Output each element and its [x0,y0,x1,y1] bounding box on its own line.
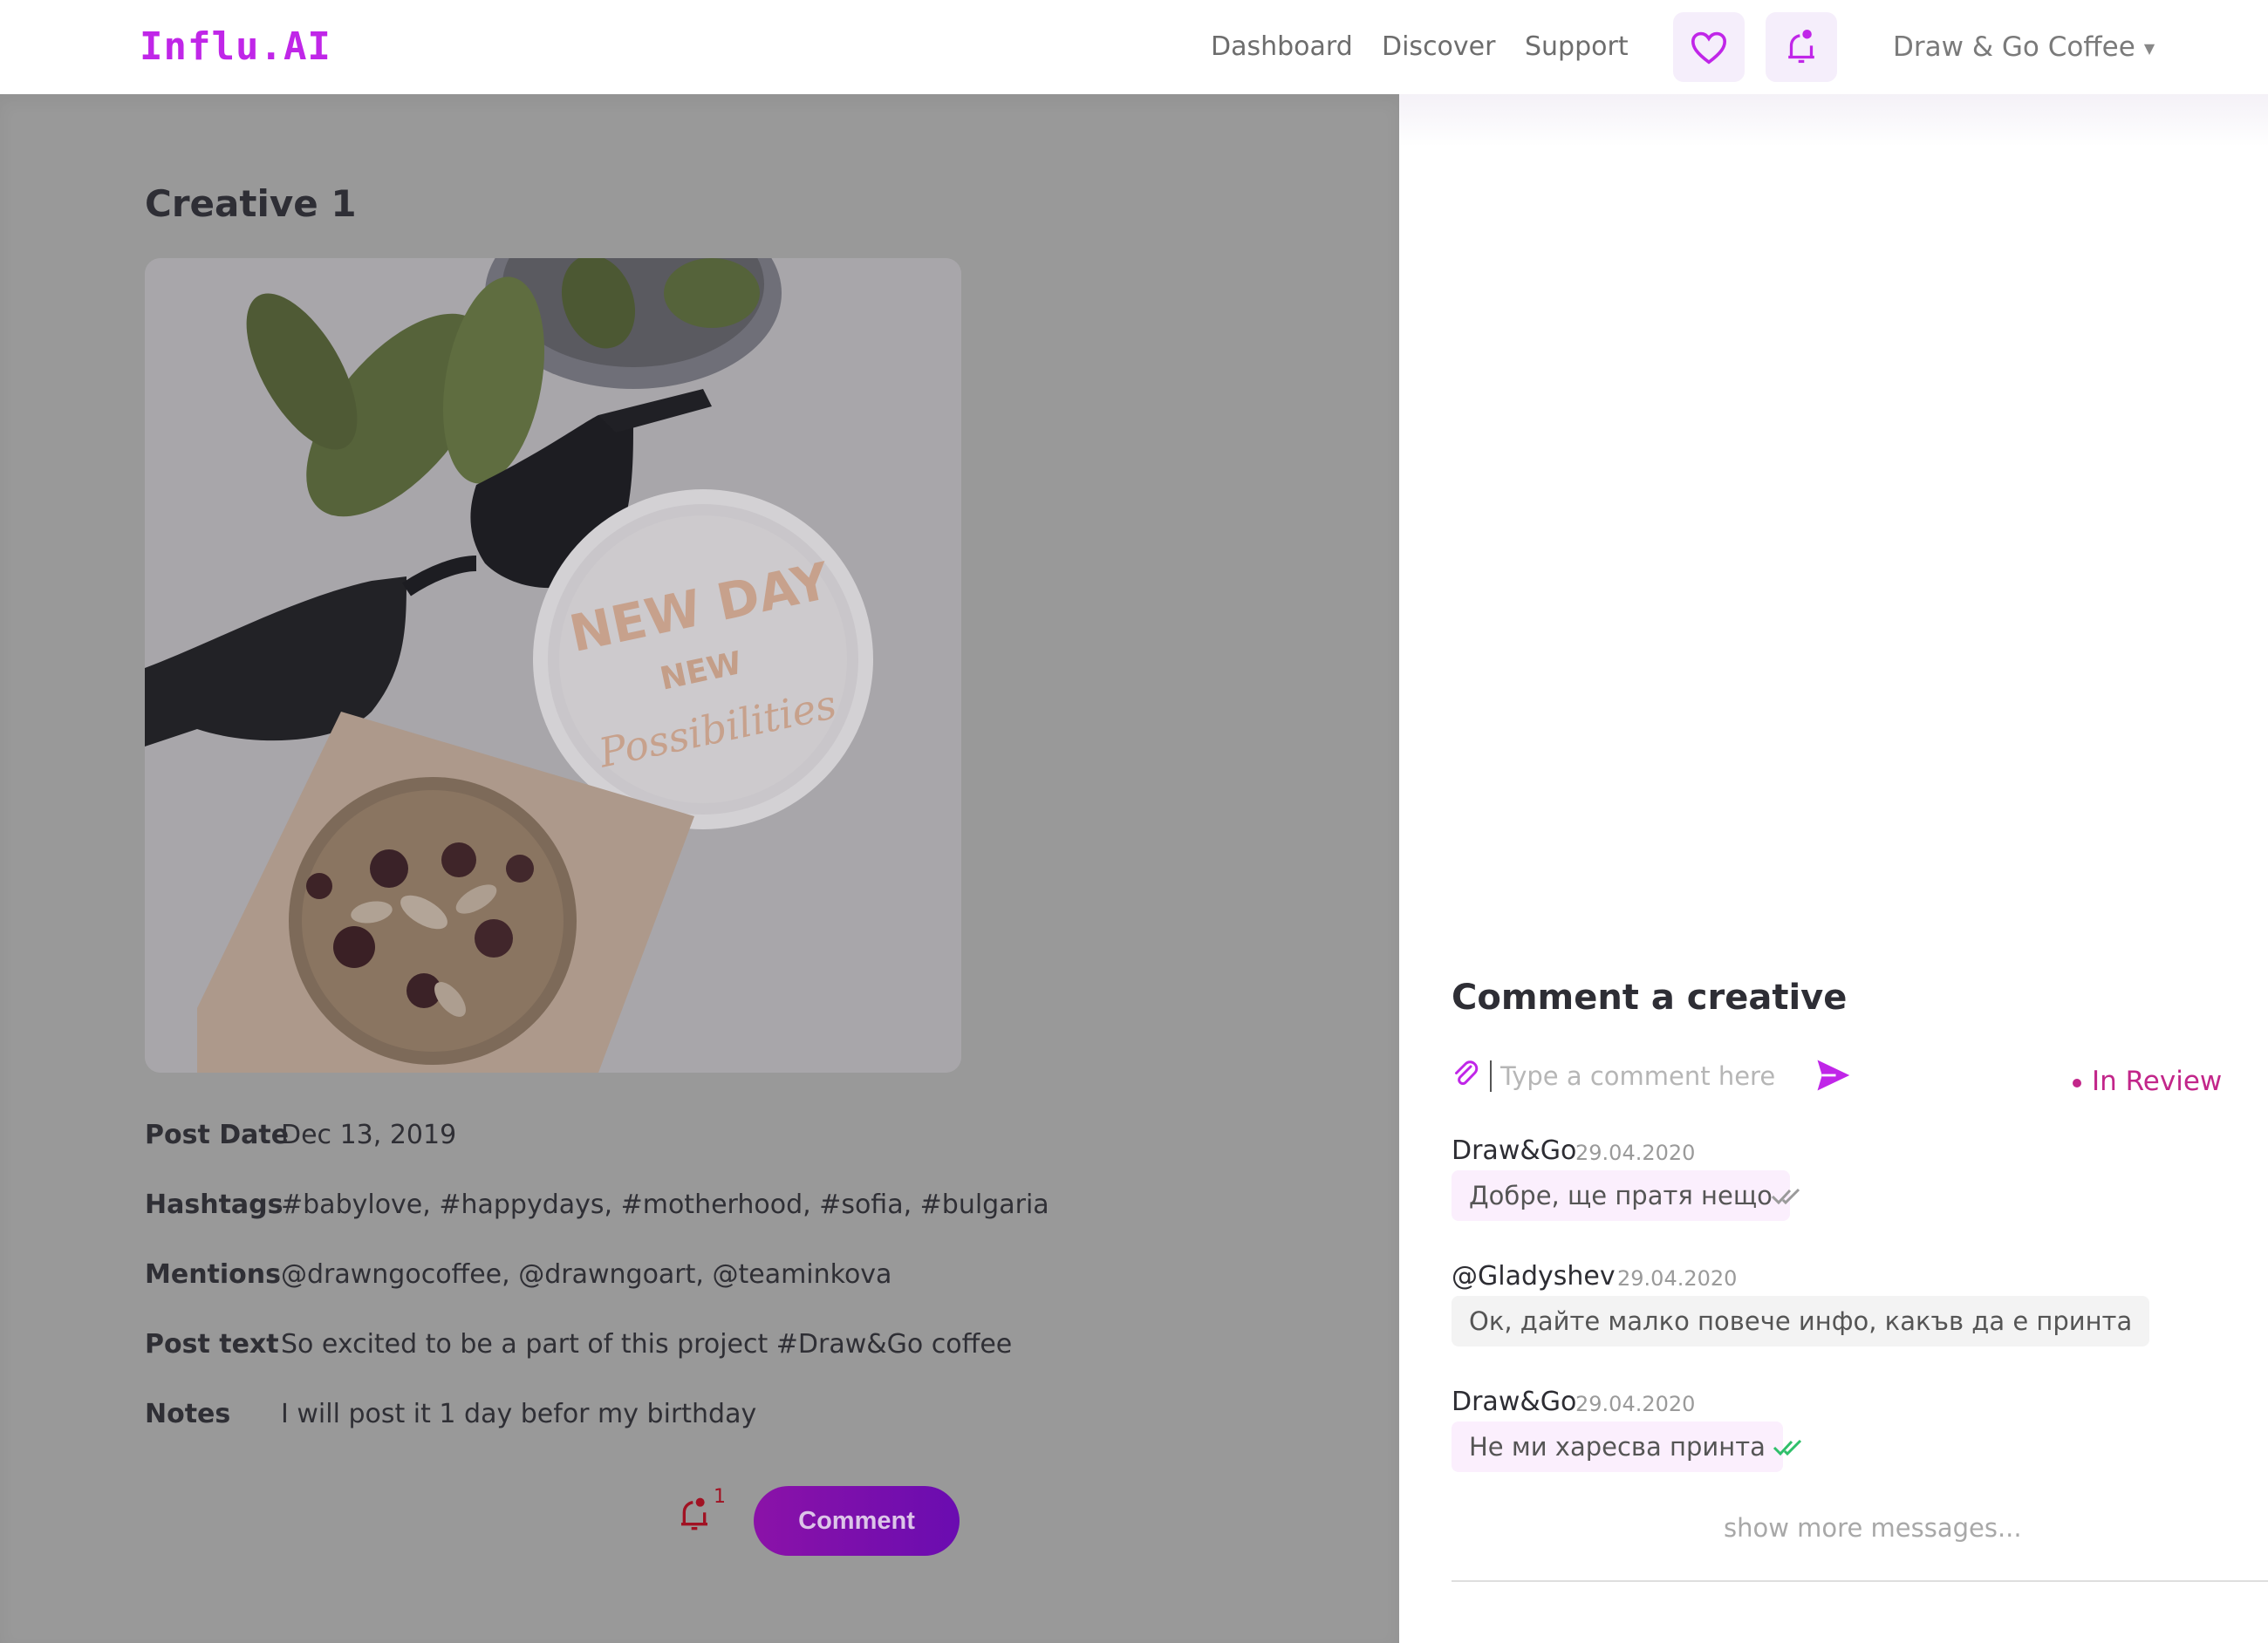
chevron-down-icon: ▼ [2143,39,2155,57]
nav-support[interactable]: Support [1525,26,1629,68]
double-check-icon [1771,1188,1800,1205]
detail-value: #babylove, #happydays, #motherhood, #sof… [281,1190,1049,1220]
show-more-messages-link[interactable]: show more messages... [1724,1510,2022,1545]
creative-image[interactable]: NEW DAY NEW Possibilities [145,258,961,1073]
message-author: Draw&Go [1452,1135,1577,1166]
message-date: 29.04.2020 [1617,1266,1738,1291]
notifications-button[interactable] [1766,12,1837,82]
creative-detail-panel: Creative 1 NEW DAY NEW Possibilities Pos… [0,94,1399,1643]
text-cursor [1490,1060,1492,1092]
send-icon[interactable] [1814,1057,1851,1094]
detail-label: Notes [145,1399,231,1429]
message-date: 29.04.2020 [1575,1141,1696,1165]
message-bubble: Ок, дайте малко повече инфо, какъв да е … [1452,1296,2150,1346]
comment-button[interactable]: Comment [754,1486,960,1556]
detail-label: Post Date [145,1120,290,1150]
account-dropdown[interactable]: Draw & Go Coffee ▼ [1893,26,2155,70]
heart-icon [1691,31,1727,65]
status-label: In Review [2092,1066,2223,1097]
app-logo[interactable]: Influ.AI [140,21,331,73]
detail-label: Post text [145,1329,279,1360]
paperclip-icon[interactable] [1450,1059,1481,1090]
status-badge[interactable]: In Review [2073,1062,2222,1101]
double-check-icon [1773,1439,1802,1456]
bell-icon [681,1497,707,1531]
detail-label: Hashtags [145,1190,284,1220]
panel-top-shadow [1399,94,2268,147]
message-bubble: Добре, ще пратя нещо [1452,1170,1790,1221]
top-navigation-bar: Influ.AI Dashboard Discover Support Draw… [0,0,2268,94]
message-author: @Gladyshev [1452,1261,1616,1292]
message-date: 29.04.2020 [1575,1392,1696,1416]
divider [1452,1580,2268,1582]
comment-section-title: Comment a creative [1452,978,1848,1018]
creative-title: Creative 1 [145,182,357,225]
creative-photo-illustration: NEW DAY NEW Possibilities [145,258,961,1073]
detail-value: I will post it 1 day befor my birthday [281,1399,757,1429]
status-dot [2073,1078,2081,1087]
detail-value: So excited to be a part of this project … [281,1329,1013,1360]
message-bubble: Не ми харесва принта [1452,1421,1783,1472]
comment-input[interactable] [1499,1053,1790,1099]
notification-count-badge: 1 [714,1486,726,1508]
message-author: Draw&Go [1452,1387,1577,1417]
bell-icon [1788,29,1814,64]
detail-label: Mentions [145,1259,282,1290]
favorites-button[interactable] [1673,12,1745,82]
nav-dashboard[interactable]: Dashboard [1211,26,1353,68]
account-name: Draw & Go Coffee [1893,31,2135,63]
nav-discover[interactable]: Discover [1382,26,1495,68]
detail-value: Dec 13, 2019 [281,1120,457,1150]
detail-value: @drawngocoffee, @drawngoart, @teaminkova [281,1259,892,1290]
